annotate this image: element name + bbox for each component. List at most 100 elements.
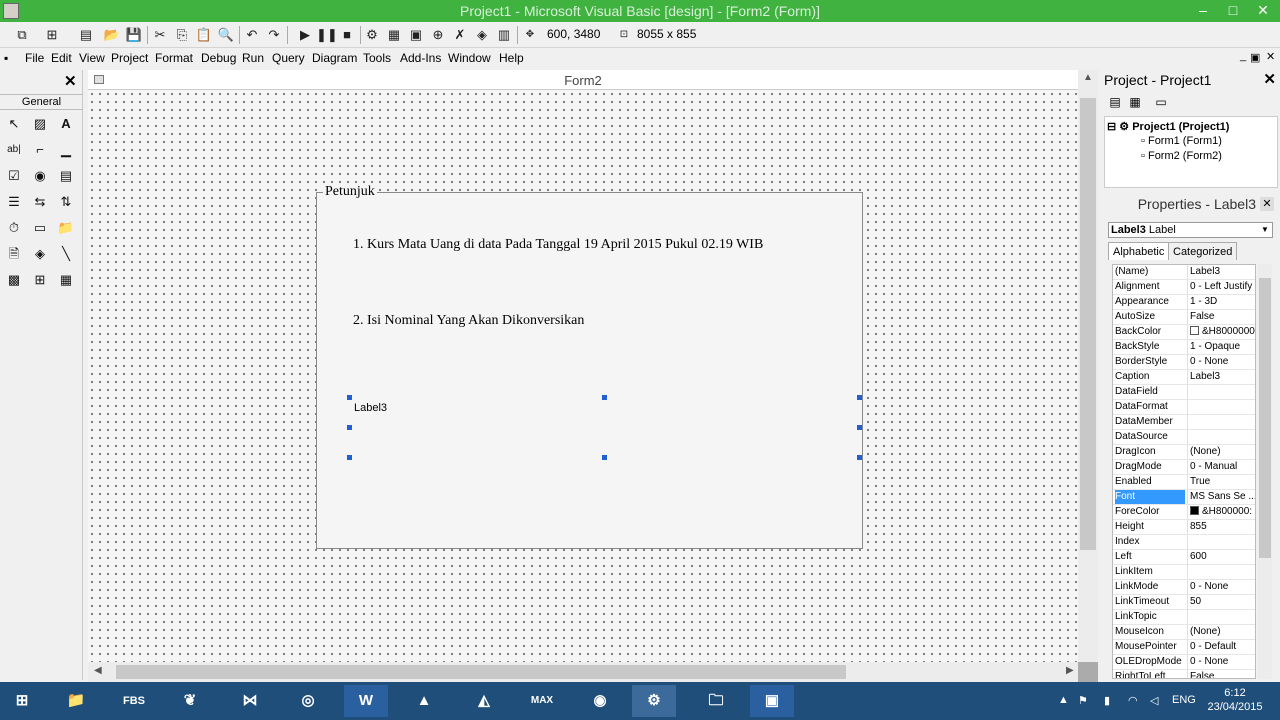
- resize-handle-ne[interactable]: [857, 395, 862, 400]
- textbox-tool-icon[interactable]: ab|: [3, 140, 25, 160]
- property-value[interactable]: [1187, 565, 1255, 579]
- properties-close-icon[interactable]: ✕: [1260, 197, 1274, 211]
- property-value[interactable]: 0 - Left Justify: [1187, 280, 1255, 294]
- resize-handle-s[interactable]: [602, 455, 607, 460]
- filelistbox-tool-icon[interactable]: 🗎: [3, 244, 25, 264]
- property-row[interactable]: MouseIcon (None): [1113, 625, 1255, 640]
- properties-window-icon[interactable]: ▦: [384, 25, 404, 45]
- property-value[interactable]: False: [1187, 670, 1255, 678]
- toolbox-icon[interactable]: ✗: [450, 25, 470, 45]
- optionbutton-tool-icon[interactable]: ◉: [29, 166, 51, 186]
- property-grid[interactable]: (Name) Label3 Alignment 0 - Left Justify App…: [1112, 264, 1256, 679]
- checkbox-tool-icon[interactable]: ☑: [3, 166, 25, 186]
- view-object-icon[interactable]: ▦: [1126, 95, 1144, 111]
- minimize-button[interactable]: –: [1188, 0, 1218, 22]
- close-button[interactable]: ✕: [1248, 0, 1278, 22]
- menu-view[interactable]: View: [79, 51, 105, 65]
- resize-handle-se[interactable]: [857, 455, 862, 460]
- menu-query[interactable]: Query: [272, 51, 305, 65]
- property-value[interactable]: 855: [1187, 520, 1255, 534]
- leaf-app-icon[interactable]: ❦: [168, 685, 212, 717]
- tree-node-form1[interactable]: ▫ Form1 (Form1): [1141, 135, 1222, 147]
- tray-clock[interactable]: 6:12 23/04/2015: [1205, 686, 1265, 714]
- property-row[interactable]: BackStyle 1 - Opaque: [1113, 340, 1255, 355]
- property-row[interactable]: Index: [1113, 535, 1255, 550]
- save-project-icon[interactable]: 💾: [124, 25, 144, 45]
- mdi-minimize-button[interactable]: _: [1240, 50, 1246, 62]
- property-row[interactable]: Appearance 1 - 3D: [1113, 295, 1255, 310]
- property-row[interactable]: Left 600: [1113, 550, 1255, 565]
- property-row[interactable]: Caption Label3: [1113, 370, 1255, 385]
- property-row[interactable]: DataSource: [1113, 430, 1255, 445]
- mdi-restore-button[interactable]: ▣: [1250, 51, 1260, 64]
- scroll-thumb[interactable]: [1080, 98, 1096, 550]
- property-row[interactable]: LinkTopic: [1113, 610, 1255, 625]
- property-row[interactable]: BorderStyle 0 - None: [1113, 355, 1255, 370]
- vb6-icon[interactable]: ⚙: [632, 685, 676, 717]
- property-row[interactable]: (Name) Label3: [1113, 265, 1255, 280]
- form-system-icon[interactable]: ▪: [4, 51, 8, 65]
- property-row[interactable]: DragMode 0 - Manual: [1113, 460, 1255, 475]
- menu-editor-icon[interactable]: ▤: [76, 25, 96, 45]
- menu-window[interactable]: Window: [448, 51, 491, 65]
- property-value[interactable]: 0 - Manual: [1187, 460, 1255, 474]
- property-value[interactable]: [1187, 535, 1255, 549]
- toolbox-close-icon[interactable]: ✕: [64, 72, 77, 90]
- start-icon[interactable]: ▶: [295, 25, 315, 45]
- property-scrollbar[interactable]: [1258, 264, 1272, 679]
- combobox-tool-icon[interactable]: ▤: [55, 166, 77, 186]
- menu-edit[interactable]: Edit: [51, 51, 72, 65]
- resize-handle-n[interactable]: [602, 395, 607, 400]
- property-row[interactable]: Font MS Sans Se ...: [1113, 490, 1255, 505]
- property-row[interactable]: DataMember: [1113, 415, 1255, 430]
- property-value[interactable]: &H800000:: [1187, 505, 1255, 519]
- property-row[interactable]: Height 855: [1113, 520, 1255, 535]
- data-tool-icon[interactable]: ⊞: [29, 270, 51, 290]
- designer-vertical-scrollbar[interactable]: ▲: [1078, 70, 1098, 662]
- property-row[interactable]: ForeColor &H800000:: [1113, 505, 1255, 520]
- property-row[interactable]: Alignment 0 - Left Justify: [1113, 280, 1255, 295]
- property-row[interactable]: Enabled True: [1113, 475, 1255, 490]
- menu-diagram[interactable]: Diagram: [312, 51, 357, 65]
- menu-file[interactable]: File: [25, 51, 44, 65]
- firefox-icon[interactable]: ◉: [578, 685, 622, 717]
- property-row[interactable]: AutoSize False: [1113, 310, 1255, 325]
- property-value[interactable]: [1187, 400, 1255, 414]
- find-icon[interactable]: 🔍: [216, 25, 236, 45]
- open-project-icon[interactable]: 📂: [102, 25, 122, 45]
- cut-icon[interactable]: ✂: [150, 25, 170, 45]
- copy-icon[interactable]: ⎘: [172, 25, 192, 45]
- listbox-tool-icon[interactable]: ☰: [3, 192, 25, 212]
- property-row[interactable]: DataFormat: [1113, 400, 1255, 415]
- property-value[interactable]: 1 - Opaque: [1187, 340, 1255, 354]
- chevron-down-icon[interactable]: ▼: [1258, 223, 1272, 237]
- tray-language[interactable]: ENG: [1172, 694, 1196, 706]
- picturebox-tool-icon[interactable]: ▨: [29, 114, 51, 134]
- designer-horizontal-scrollbar[interactable]: ◀ ▶: [88, 662, 1078, 682]
- image-tool-icon[interactable]: ▩: [3, 270, 25, 290]
- scroll-right-icon[interactable]: ▶: [1066, 665, 1074, 676]
- commandbutton-tool-icon[interactable]: ▁: [55, 140, 77, 160]
- max-app-icon[interactable]: MAX: [520, 685, 564, 717]
- add-project-icon[interactable]: ⧉: [12, 25, 32, 45]
- label2[interactable]: 2. Isi Nominal Yang Akan Dikonversikan: [353, 313, 584, 329]
- component-manager-icon[interactable]: ▥: [494, 25, 514, 45]
- end-icon[interactable]: ■: [337, 25, 357, 45]
- property-value[interactable]: [1187, 385, 1255, 399]
- file-explorer-icon[interactable]: 📁: [54, 685, 98, 717]
- object-browser-icon[interactable]: ⊕: [428, 25, 448, 45]
- word-icon[interactable]: W: [344, 685, 388, 717]
- property-value[interactable]: [1187, 415, 1255, 429]
- scroll-thumb-h[interactable]: [116, 665, 846, 679]
- property-value[interactable]: 0 - None: [1187, 580, 1255, 594]
- form-layout-icon[interactable]: ▣: [406, 25, 426, 45]
- fbs-app-icon[interactable]: FBS: [112, 685, 156, 717]
- property-value[interactable]: 1 - 3D: [1187, 295, 1255, 309]
- paste-icon[interactable]: 📋: [194, 25, 214, 45]
- menu-help[interactable]: Help: [499, 51, 524, 65]
- property-row[interactable]: DataField: [1113, 385, 1255, 400]
- property-value[interactable]: Label3: [1187, 265, 1255, 279]
- resize-handle-sw[interactable]: [347, 455, 352, 460]
- label3[interactable]: Label3: [350, 398, 861, 459]
- pointer-tool-icon[interactable]: ↖: [3, 114, 25, 134]
